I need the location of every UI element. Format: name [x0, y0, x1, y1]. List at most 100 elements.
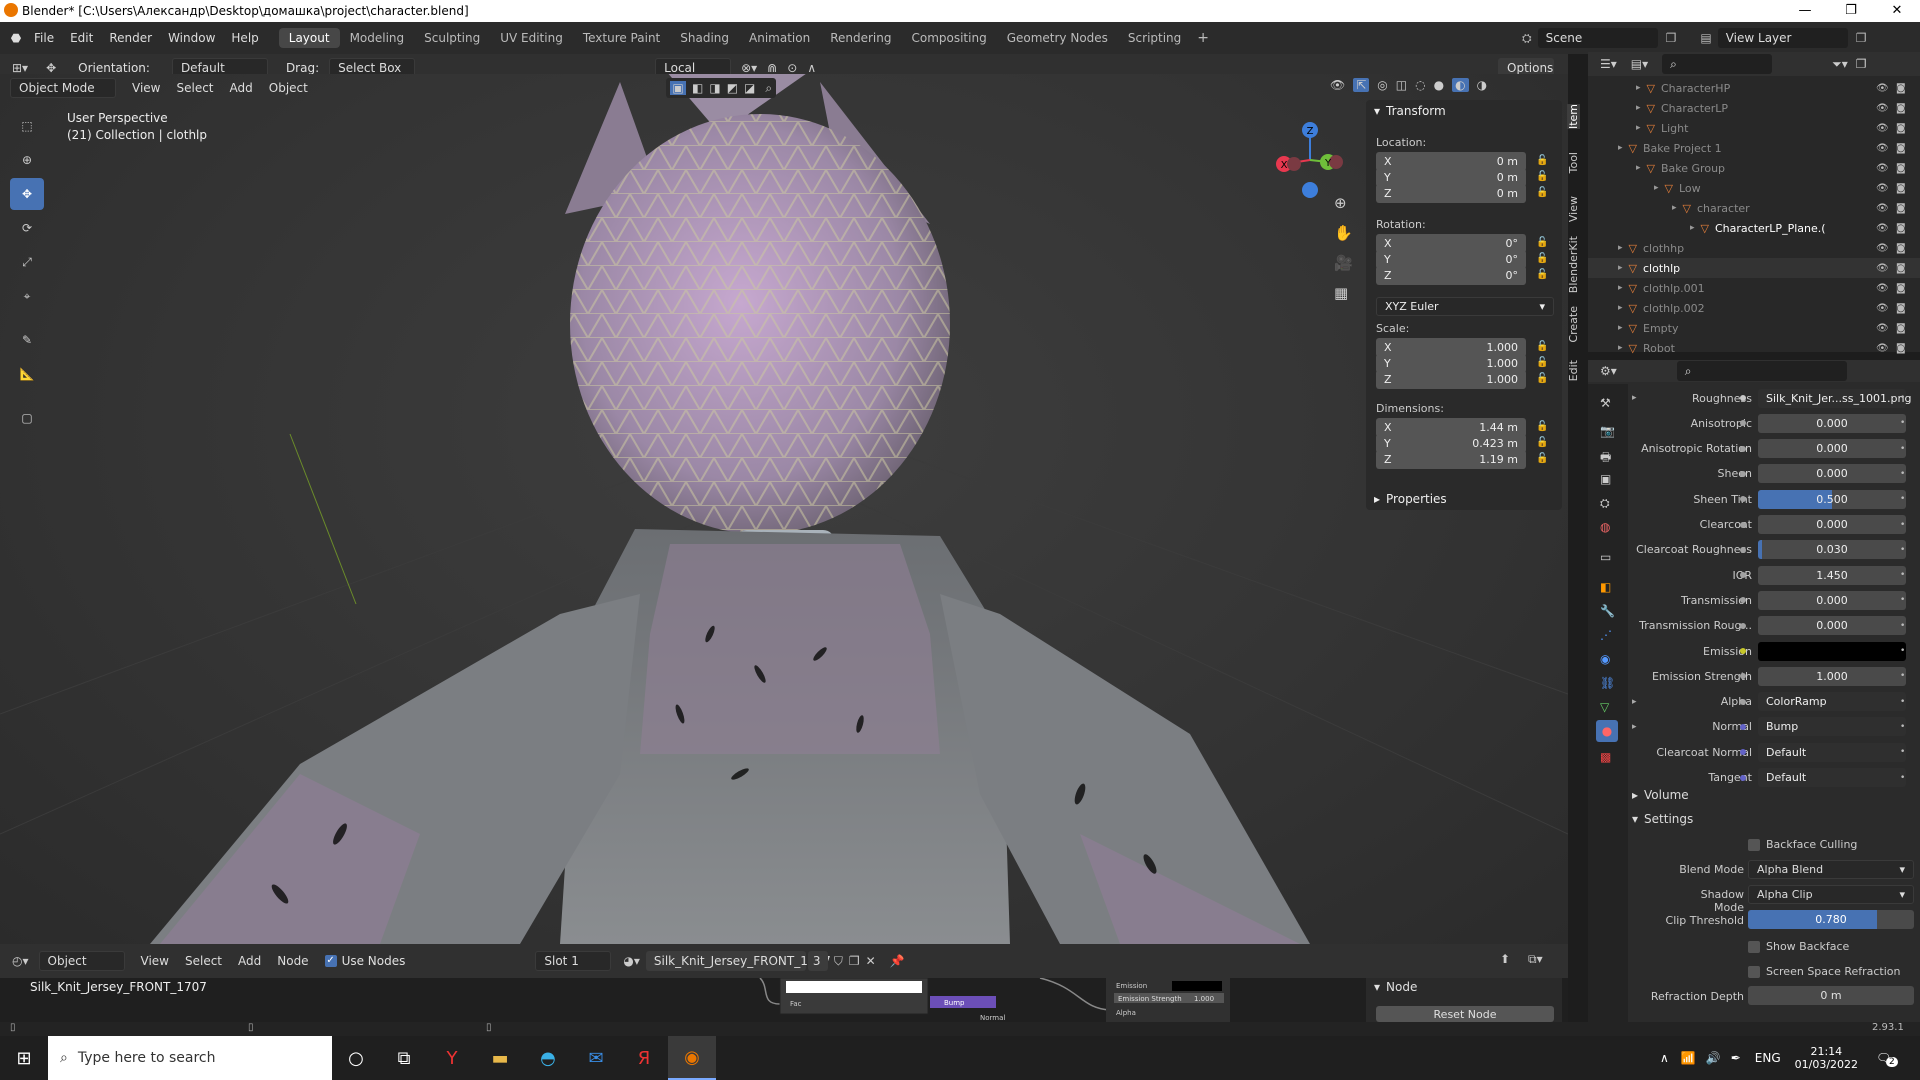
ortho-grid-icon[interactable]: ▦	[1334, 284, 1348, 302]
language-indicator[interactable]: ENG	[1755, 1051, 1781, 1065]
keyframe-dot-icon[interactable]: •	[1900, 722, 1905, 732]
duplicate-material-icon[interactable]: ❐	[849, 954, 860, 968]
solid-shading-icon[interactable]: ●	[1434, 78, 1444, 92]
select-mode-extend-icon[interactable]: ◧	[692, 81, 703, 95]
keyframe-dot-icon[interactable]: •	[1900, 671, 1905, 681]
keyframe-dot-icon[interactable]: •	[1900, 570, 1905, 580]
keyframe-dot-icon[interactable]: •	[1900, 393, 1905, 403]
node-editor-type-icon[interactable]: ◴▾	[12, 954, 29, 968]
menu-window[interactable]: Window	[160, 31, 223, 45]
slot-dropdown[interactable]: Slot 1	[535, 951, 612, 971]
refraction-depth-field[interactable]: 0 m	[1748, 986, 1914, 1005]
visibility-eye-icon[interactable]: 👁	[1876, 283, 1889, 294]
task-view-icon[interactable]: ⧉	[380, 1036, 428, 1080]
tab-shading[interactable]: Shading	[670, 28, 739, 48]
editor-type-icon[interactable]: ⊞▾	[12, 61, 28, 75]
use-nodes-checkbox[interactable]: ✓ Use Nodes	[324, 954, 405, 968]
falloff-icon[interactable]: ∧	[807, 61, 816, 75]
rendered-shading-icon[interactable]: ◑	[1477, 78, 1487, 92]
visibility-eye-icon[interactable]: 👁	[1876, 223, 1889, 234]
socket-dot-icon[interactable]	[1740, 470, 1746, 477]
render-camera-icon[interactable]: ◙	[1896, 283, 1906, 294]
lock-icon[interactable]: 🔓	[1536, 357, 1548, 368]
ntab-create[interactable]: Create	[1567, 306, 1580, 343]
blend-mode-dropdown[interactable]: Alpha Blend ▾	[1748, 860, 1914, 879]
keyframe-dot-icon[interactable]: •	[1900, 697, 1905, 707]
unlink-material-icon[interactable]: ✕	[866, 954, 876, 968]
material-browse-icon[interactable]: ◕▾	[623, 954, 640, 968]
shader-input-value[interactable]: 0.000	[1758, 515, 1906, 534]
lock-icon[interactable]: 🔓	[1536, 341, 1548, 352]
rotate-tool-icon[interactable]: ⟳	[10, 212, 44, 244]
proportional-edit-icon[interactable]: ⊙	[787, 61, 797, 75]
lock-icon[interactable]: 🔓	[1536, 253, 1548, 264]
clip-threshold-slider[interactable]: 0.780	[1748, 910, 1914, 929]
viewport-menu-add[interactable]: Add	[222, 81, 261, 95]
expand-arrow-icon[interactable]: ▸	[1636, 123, 1641, 133]
ntab-tool[interactable]: Tool	[1567, 152, 1580, 173]
node-editor-canvas[interactable]: Silk_Knit_Jersey_FRONT_1707 Fac Bump Nor…	[0, 978, 1568, 1022]
move-tool-icon[interactable]: ✥	[46, 61, 56, 75]
render-camera-icon[interactable]: ◙	[1896, 243, 1906, 254]
pin-icon[interactable]: 📌	[890, 954, 905, 968]
outliner-item[interactable]: ▸ ▽ Bake Project 1 👁 ◙	[1588, 138, 1920, 158]
outliner-item[interactable]: ▸ ▽ clothlp 👁 ◙	[1588, 258, 1920, 278]
outliner-item[interactable]: ▸ ▽ Low 👁 ◙	[1588, 178, 1920, 198]
dimensions-z-field[interactable]: Z 1.19 m	[1376, 450, 1526, 469]
shader-input-value[interactable]: 0.000	[1758, 616, 1906, 636]
blender-taskbar-icon[interactable]: ◉	[668, 1036, 716, 1080]
yandex-browser-icon[interactable]: Y	[428, 1036, 476, 1080]
maximize-button[interactable]: ❐	[1828, 0, 1874, 22]
visibility-eye-icon[interactable]: 👁	[1876, 83, 1889, 94]
tab-texture-paint[interactable]: Texture Paint	[573, 28, 670, 48]
cortana-icon[interactable]: ○	[332, 1036, 380, 1080]
node-menu-view[interactable]: View	[133, 954, 177, 968]
socket-dot-icon[interactable]	[1740, 445, 1746, 452]
tab-uv-editing[interactable]: UV Editing	[490, 28, 573, 48]
visibility-eye-icon[interactable]: 👁	[1876, 343, 1889, 354]
visibility-eye-icon[interactable]: 👁	[1876, 323, 1889, 334]
render-camera-icon[interactable]: ◙	[1896, 123, 1906, 134]
shader-input-value[interactable]: 0.030	[1758, 540, 1906, 560]
lock-icon[interactable]: 🔓	[1536, 155, 1548, 166]
outliner-item[interactable]: ▸ ▽ CharacterLP_Plane.(👁 ◙	[1588, 218, 1920, 238]
outliner-item[interactable]: ▸ ▽ clothlp.001 👁 ◙	[1588, 278, 1920, 298]
keyframe-dot-icon[interactable]: •	[1900, 469, 1905, 479]
lock-icon[interactable]: 🔓	[1536, 453, 1548, 464]
magnet-icon[interactable]: ⋒	[767, 61, 777, 75]
fake-user-icon[interactable]: ⛉	[834, 954, 843, 969]
menu-help[interactable]: Help	[223, 31, 266, 45]
shader-input-value[interactable]: 0.000	[1758, 439, 1906, 459]
add-cube-tool-icon[interactable]: ▢	[10, 402, 44, 434]
volume-panel-header[interactable]: ▸ Volume	[1632, 788, 1689, 802]
lock-icon[interactable]: 🔓	[1536, 373, 1548, 384]
gizmo-toggle-icon[interactable]: ⇱	[1353, 78, 1370, 92]
render-camera-icon[interactable]: ◙	[1896, 83, 1906, 94]
shadow-mode-dropdown[interactable]: Alpha Clip ▾	[1748, 885, 1914, 904]
shader-input-value[interactable]: 0.000	[1758, 413, 1906, 433]
render-camera-icon[interactable]: ◙	[1896, 303, 1906, 314]
material-shading-icon[interactable]: ◐	[1452, 78, 1469, 92]
rotation-mode-dropdown[interactable]: XYZ Euler ▾	[1376, 297, 1554, 316]
properties-header[interactable]: ▸ Properties	[1374, 492, 1447, 506]
annotate-tool-icon[interactable]: ✎	[10, 324, 44, 356]
visibility-eye-icon[interactable]: 👁	[1876, 123, 1889, 134]
keyframe-dot-icon[interactable]: •	[1900, 444, 1905, 454]
outliner-search[interactable]: ⌕	[1662, 54, 1773, 74]
visibility-icon[interactable]: 👁	[1330, 78, 1345, 92]
render-camera-icon[interactable]: ◙	[1896, 143, 1906, 154]
new-collection-icon[interactable]: ❐	[1856, 57, 1867, 71]
shader-input-value[interactable]: ColorRamp	[1758, 692, 1906, 712]
visibility-eye-icon[interactable]: 👁	[1876, 143, 1889, 154]
filter-icon[interactable]: ⏷▾	[1832, 57, 1848, 72]
rotation-z-field[interactable]: Z 0°	[1376, 266, 1526, 285]
taskbar-search-box[interactable]: ⌕ Type here to search	[48, 1036, 332, 1080]
overlay-toggle-icon[interactable]: ◎	[1377, 78, 1387, 92]
socket-dot-icon[interactable]	[1740, 622, 1746, 629]
render-camera-icon[interactable]: ◙	[1896, 183, 1906, 194]
pan-hand-icon[interactable]: ✋	[1334, 224, 1353, 242]
select-mode-invert-icon[interactable]: ◩	[727, 81, 738, 95]
expand-arrow-icon[interactable]: ▸	[1632, 722, 1637, 732]
expand-arrow-icon[interactable]: ▸	[1618, 143, 1623, 153]
outliner-item[interactable]: ▸ ▽ Bake Group 👁 ◙	[1588, 158, 1920, 178]
